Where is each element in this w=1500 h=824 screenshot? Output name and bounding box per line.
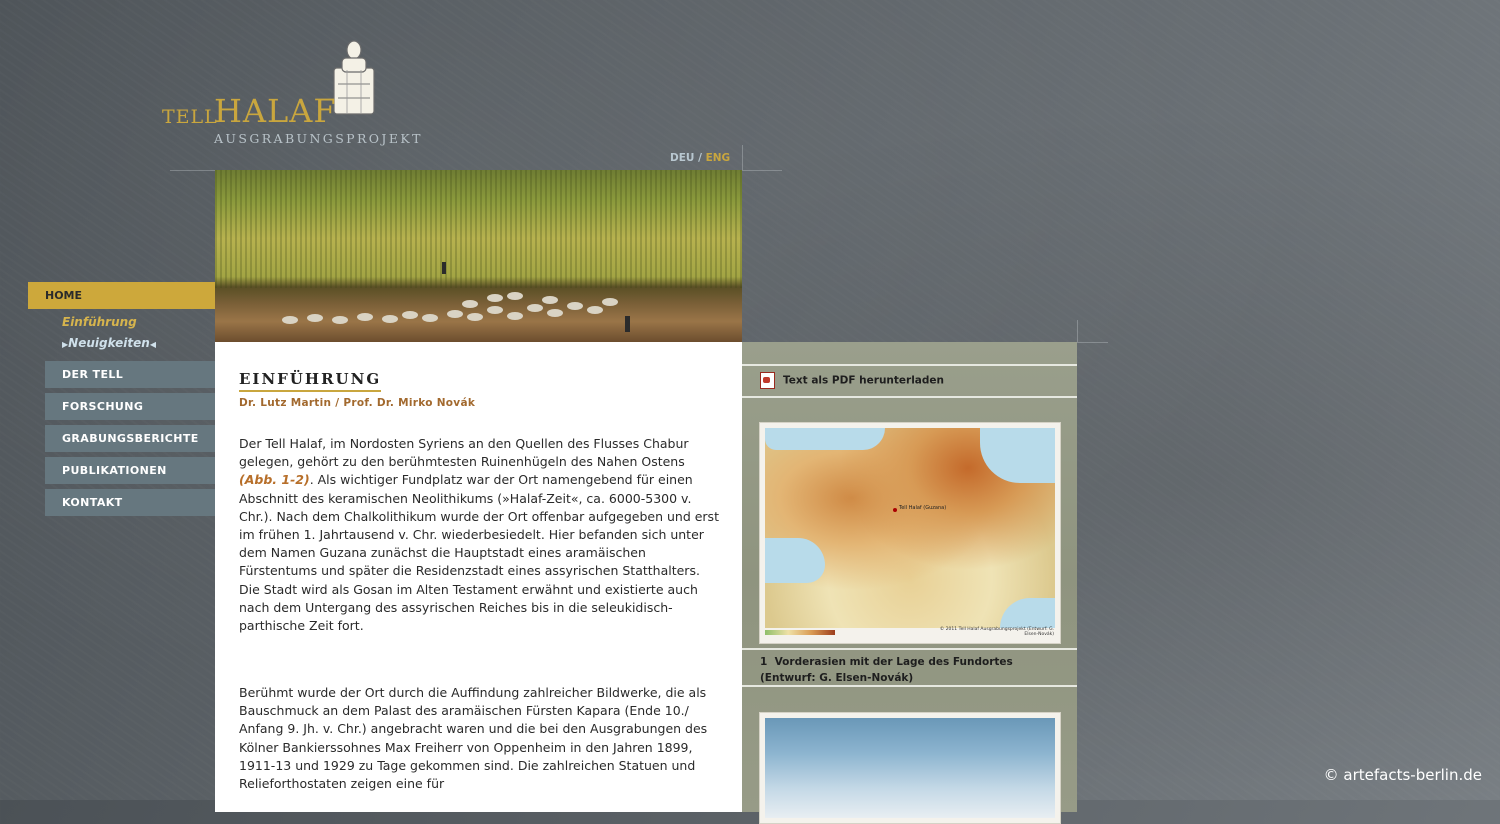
arrow-left-icon: ◀	[149, 340, 156, 349]
language-switch: DEU / ENG	[670, 152, 730, 164]
pdf-icon	[760, 372, 775, 389]
nav-publikationen-label: PUBLIKATIONEN	[62, 464, 167, 477]
nav-home-label: HOME	[45, 289, 83, 302]
map-figure[interactable]: Tell Halaf (Guzana) © 2011 Tell Halaf Au…	[759, 422, 1061, 644]
lang-separator: /	[694, 152, 706, 164]
nav-kontakt-label: KONTAKT	[62, 496, 123, 509]
hero-image	[215, 170, 742, 342]
herd-scene	[282, 262, 630, 332]
article-paragraph-1: Der Tell Halaf, im Nordosten Syriens an …	[239, 435, 721, 635]
figure-sidebar: Text als PDF herunterladen Tell Halaf (G…	[742, 342, 1077, 824]
persian-gulf	[1000, 598, 1055, 628]
map-site-marker	[893, 508, 897, 512]
sidebar-divider	[742, 364, 1077, 366]
frame-line-right	[742, 145, 743, 170]
paragraph-1-end: . Als wichtiger Fundplatz war der Ort na…	[239, 472, 719, 634]
footer-credit[interactable]: © artefacts-berlin.de	[1324, 766, 1482, 784]
nav-sub-neuigkeiten[interactable]: ▶Neuigkeiten◀	[62, 336, 156, 350]
nav-der-tell-label: DER TELL	[62, 368, 124, 381]
article-authors: Dr. Lutz Martin / Prof. Dr. Mirko Novák	[239, 397, 476, 409]
nav-der-tell[interactable]: DER TELL	[45, 361, 215, 388]
map-copyright: © 2011 Tell Halaf Ausgrabungsprojekt (En…	[939, 627, 1054, 637]
photo-figure[interactable]	[759, 712, 1061, 824]
site-logo[interactable]: TELL HALAF AUSGRABUNGSPROJEKT	[162, 40, 422, 150]
map-legend	[765, 630, 835, 635]
landscape-photo	[765, 718, 1055, 818]
nav-grabungsberichte[interactable]: GRABUNGSBERICHTE	[45, 425, 215, 452]
caption-number: 1	[760, 656, 768, 668]
sidebar-divider	[742, 685, 1077, 687]
nav-forschung-label: FORSCHUNG	[62, 400, 144, 413]
sidebar-divider	[742, 648, 1077, 650]
figure-caption: 1 Vorderasien mit der Lage des Fundortes…	[760, 654, 1060, 686]
nav-kontakt[interactable]: KONTAKT	[45, 489, 215, 516]
pdf-download-label: Text als PDF herunterladen	[783, 374, 945, 387]
article-panel: EINFÜHRUNG Dr. Lutz Martin / Prof. Dr. M…	[215, 342, 742, 812]
logo-tell-text: TELL	[162, 106, 218, 128]
nav-sub-einfuehrung[interactable]: Einführung	[62, 315, 137, 329]
logo-halaf-text: HALAF	[214, 92, 337, 130]
page-title: EINFÜHRUNG	[239, 370, 382, 392]
figure-reference-link[interactable]: (Abb. 1-2)	[239, 472, 310, 487]
logo-subtitle: AUSGRABUNGSPROJEKT	[214, 131, 423, 146]
black-sea	[765, 428, 885, 450]
pdf-download-link[interactable]: Text als PDF herunterladen	[760, 372, 944, 389]
caspian-sea	[980, 428, 1055, 483]
statue-logo-icon	[333, 40, 375, 115]
lang-deu-link[interactable]: DEU	[670, 152, 694, 164]
nav-home[interactable]: HOME	[28, 282, 215, 309]
map-site-label: Tell Halaf (Guzana)	[899, 505, 947, 511]
nav-forschung[interactable]: FORSCHUNG	[45, 393, 215, 420]
nav-publikationen[interactable]: PUBLIKATIONEN	[45, 457, 215, 484]
nav-sub-neuigkeiten-label: Neuigkeiten	[68, 336, 150, 350]
article-paragraph-2: Berühmt wurde der Ort durch die Auffindu…	[239, 685, 708, 792]
mediterranean-sea	[765, 538, 825, 583]
frame-line-side-vert	[1077, 320, 1078, 342]
map-image: Tell Halaf (Guzana)	[765, 428, 1055, 628]
sidebar-divider	[742, 396, 1077, 398]
lang-eng-link[interactable]: ENG	[706, 152, 731, 164]
nav-grabungsberichte-label: GRABUNGSBERICHTE	[62, 432, 199, 445]
caption-text: Vorderasien mit der Lage des Fundortes (…	[760, 656, 1013, 684]
paragraph-1-start: Der Tell Halaf, im Nordosten Syriens an …	[239, 436, 689, 470]
